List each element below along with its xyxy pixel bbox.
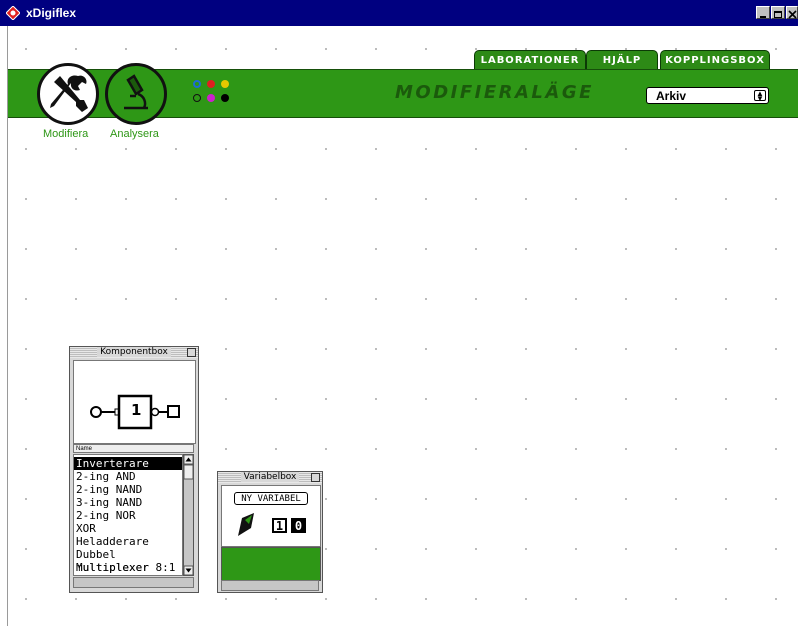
color-dot-black[interactable] [221,94,229,102]
app-icon [6,6,20,20]
modify-button[interactable] [37,63,99,125]
minimize-button[interactable] [756,6,770,19]
list-scrollbar[interactable] [183,454,194,576]
tab-kopplingsbox[interactable]: KOPPLINGSBOX [660,50,770,71]
archive-select[interactable]: Arkiv ▲ ▼ [646,87,769,104]
list-item[interactable]: Heladderare [74,535,182,548]
title-bar: xDigiflex [0,0,798,26]
color-dot-green[interactable] [193,94,201,102]
list-item[interactable]: 2-ing AND [74,470,182,483]
list-item[interactable]: Inverterare [74,457,182,470]
component-box-titlebar[interactable]: Komponentbox [70,347,198,358]
component-box-footer [73,577,194,588]
component-box: Komponentbox 1 Name Inverterare 2-ing AN… [69,346,199,593]
tab-hjalp[interactable]: HJÄLP [586,50,658,71]
variable-box-titlebar[interactable]: Variabelbox [218,472,322,483]
scrollbar-arrows-icon [183,454,194,576]
microscope-icon [124,74,148,110]
window-title: xDigiflex [26,6,77,20]
variable-box-footer [221,580,319,591]
list-item[interactable]: XOR [74,522,182,535]
pen-icon[interactable] [236,512,258,538]
analyze-label: Analysera [110,128,159,140]
list-item[interactable]: Multiplexer 8:1 [74,561,182,574]
collapse-icon[interactable] [311,473,320,482]
maximize-button[interactable] [771,6,785,19]
archive-select-value: Arkiv [656,89,687,103]
close-icon [788,10,797,19]
color-dot-yellow[interactable] [221,80,229,88]
color-dot-red[interactable] [207,80,215,88]
collapse-icon[interactable] [187,348,196,357]
mode-title: MODIFIERALÄGE [395,82,594,103]
list-item[interactable]: Dubbel multiplexer [74,548,182,574]
tab-laborationer[interactable]: LABORATIONER [474,50,586,71]
list-header: Name [73,444,194,453]
tools-icon [50,75,88,112]
list-item[interactable]: 3-ing NAND [74,496,182,509]
maximize-icon [774,11,782,18]
list-item[interactable]: 2-ing NAND [74,483,182,496]
minimize-icon [760,16,766,18]
component-preview: 1 [73,360,196,444]
modify-label: Modifiera [43,128,89,140]
close-button[interactable] [786,6,798,19]
component-preview-value: 1 [131,401,142,419]
list-item[interactable]: 2-ing NOR [74,509,182,522]
bit-one-toggle[interactable]: 1 [272,518,287,533]
variable-drop-area[interactable] [221,547,321,581]
component-list[interactable]: Inverterare 2-ing AND 2-ing NAND 3-ing N… [73,454,183,576]
select-arrows-icon: ▲ ▼ [754,90,766,103]
color-dot-blue[interactable] [193,80,201,88]
color-dot-magenta[interactable] [207,94,215,102]
variable-box-title: Variabelbox [240,472,300,482]
variable-panel: NY VARIABEL 1 0 [221,485,321,547]
new-variable-button[interactable]: NY VARIABEL [234,492,308,505]
component-box-title: Komponentbox [97,347,171,357]
variable-box: Variabelbox NY VARIABEL 1 0 [217,471,323,593]
bit-zero-toggle[interactable]: 0 [291,518,306,533]
analyze-button[interactable] [105,63,167,125]
